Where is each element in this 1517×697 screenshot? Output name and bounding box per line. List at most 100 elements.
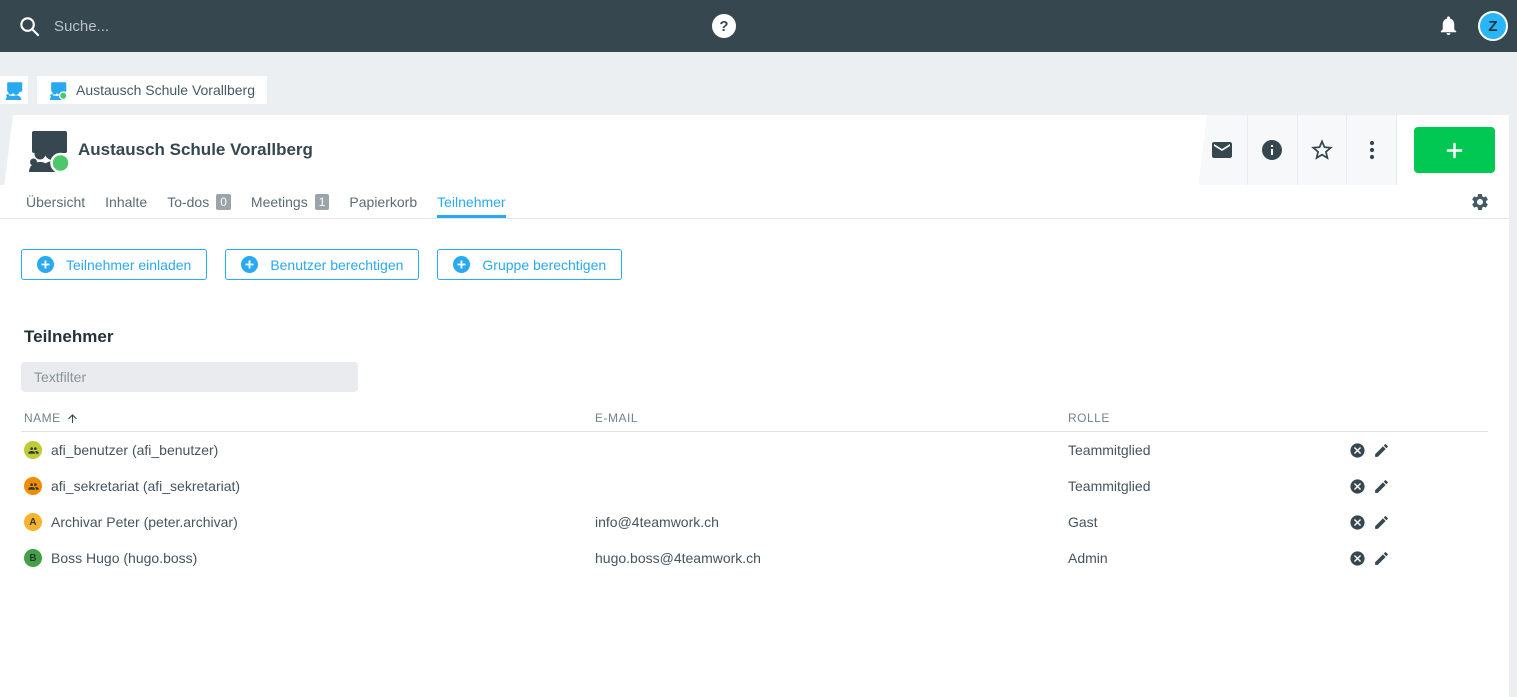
column-header-name[interactable]: NAME — [24, 411, 595, 425]
tab-label: Meetings — [251, 194, 308, 210]
table-row: A Archivar Peter (peter.archivar) info@4… — [21, 504, 1488, 540]
participant-name: afi_benutzer (afi_benutzer) — [51, 442, 218, 458]
authorize-group-button[interactable]: Gruppe berechtigen — [437, 249, 622, 280]
people-group-icon — [28, 445, 39, 456]
column-header-role: ROLLE — [1068, 411, 1349, 425]
participant-name-cell: afi_benutzer (afi_benutzer) — [24, 441, 595, 459]
tab-inhalte[interactable]: Inhalte — [105, 185, 147, 218]
table-header: NAME E-MAIL ROLLE — [21, 405, 1488, 432]
tab-meetings[interactable]: Meetings 1 — [251, 185, 330, 218]
x-circle-icon — [1349, 442, 1366, 459]
participant-actions: Teilnehmer einladen Benutzer berechtigen… — [21, 249, 1488, 280]
column-label: NAME — [24, 411, 61, 425]
pencil-icon — [1373, 550, 1390, 567]
participant-role: Teammitglied — [1068, 478, 1349, 494]
search-icon — [18, 15, 41, 38]
authorize-user-button[interactable]: Benutzer berechtigen — [225, 249, 419, 280]
info-button[interactable] — [1248, 115, 1298, 185]
tab-label: To-dos — [167, 194, 209, 210]
plus-circle-icon — [37, 256, 54, 273]
more-actions-button[interactable] — [1347, 115, 1397, 185]
participant-role: Admin — [1068, 550, 1349, 566]
remove-participant-button[interactable] — [1349, 478, 1366, 495]
star-icon — [1309, 137, 1335, 163]
info-icon — [1260, 138, 1284, 162]
participants-heading: Teilnehmer — [24, 327, 1488, 347]
people-group-icon — [28, 481, 39, 492]
button-label: Gruppe berechtigen — [482, 257, 606, 273]
participant-name: Boss Hugo (hugo.boss) — [51, 550, 197, 566]
participant-role: Gast — [1068, 514, 1349, 530]
button-label: Teilnehmer einladen — [66, 257, 191, 273]
remove-participant-button[interactable] — [1349, 442, 1366, 459]
tab-content: Teilnehmer einladen Benutzer berechtigen… — [0, 249, 1509, 576]
letter-avatar: A — [24, 513, 42, 531]
tab-bar: Übersicht Inhalte To-dos 0 Meetings 1 Papi… — [0, 185, 1509, 219]
avatar-letter: B — [29, 553, 36, 564]
envelope-icon — [1210, 138, 1234, 162]
avatar-letter: A — [29, 517, 36, 528]
participant-name-cell: A Archivar Peter (peter.archivar) — [24, 513, 595, 531]
todos-count-badge: 0 — [216, 194, 231, 210]
favorite-button[interactable] — [1298, 115, 1348, 185]
tab-label: Papierkorb — [349, 194, 417, 210]
tab-teilnehmer[interactable]: Teilnehmer — [437, 185, 505, 218]
add-button[interactable] — [1414, 127, 1495, 173]
breadcrumb-label: Austausch Schule Vorallberg — [76, 82, 255, 98]
invite-participant-button[interactable]: Teilnehmer einladen — [21, 249, 207, 280]
edit-participant-button[interactable] — [1373, 514, 1390, 531]
email-button[interactable] — [1198, 115, 1248, 185]
kebab-menu-icon — [1360, 138, 1384, 162]
participant-email: info@4teamwork.ch — [595, 514, 1068, 530]
plus-icon — [1443, 139, 1466, 162]
settings-button[interactable] — [1470, 192, 1490, 212]
edit-participant-button[interactable] — [1373, 442, 1390, 459]
participant-name: Archivar Peter (peter.archivar) — [51, 514, 238, 530]
workspace-header: Austausch Schule Vorallberg — [0, 115, 1509, 185]
row-actions — [1349, 478, 1390, 495]
participants-table: NAME E-MAIL ROLLE afi_benutzer (afi_benu… — [21, 405, 1488, 576]
pencil-icon — [1373, 442, 1390, 459]
tab-label: Teilnehmer — [437, 194, 505, 210]
search-input[interactable] — [54, 18, 394, 35]
workspace-icon — [27, 128, 71, 172]
table-row: B Boss Hugo (hugo.boss) hugo.boss@4teamw… — [21, 540, 1488, 576]
header-slant-decoration — [0, 115, 13, 185]
row-actions — [1349, 442, 1390, 459]
notifications-bell-icon[interactable] — [1437, 14, 1460, 37]
participant-role: Teammitglied — [1068, 442, 1349, 458]
row-actions — [1349, 514, 1390, 531]
participant-name-cell: B Boss Hugo (hugo.boss) — [24, 549, 595, 567]
group-avatar — [24, 441, 42, 459]
remove-participant-button[interactable] — [1349, 550, 1366, 567]
participant-name-cell: afi_sekretariat (afi_sekretariat) — [24, 477, 595, 495]
x-circle-icon — [1349, 550, 1366, 567]
workspace-icon — [49, 81, 68, 100]
textfilter-input[interactable] — [21, 362, 358, 392]
tab-todos[interactable]: To-dos 0 — [167, 185, 231, 218]
gear-icon — [1470, 192, 1490, 212]
user-avatar[interactable]: Z — [1478, 11, 1508, 41]
meetings-count-badge: 1 — [315, 194, 330, 210]
breadcrumb-root[interactable] — [0, 76, 28, 104]
tab-label: Inhalte — [105, 194, 147, 210]
tab-papierkorb[interactable]: Papierkorb — [349, 185, 417, 218]
page-title: Austausch Schule Vorallberg — [78, 115, 313, 185]
help-icon[interactable]: ? — [712, 14, 736, 38]
workspace-card: Austausch Schule Vorallberg Übersicht In… — [0, 115, 1509, 697]
button-label: Benutzer berechtigen — [270, 257, 403, 273]
tab-uebersicht[interactable]: Übersicht — [26, 185, 85, 218]
pencil-icon — [1373, 514, 1390, 531]
edit-participant-button[interactable] — [1373, 550, 1390, 567]
pencil-icon — [1373, 478, 1390, 495]
participant-name: afi_sekretariat (afi_sekretariat) — [51, 478, 240, 494]
breadcrumb-item[interactable]: Austausch Schule Vorallberg — [37, 76, 267, 104]
table-row: afi_sekretariat (afi_sekretariat) Teammi… — [21, 468, 1488, 504]
group-avatar — [24, 477, 42, 495]
workspace-icon — [5, 81, 24, 100]
x-circle-icon — [1349, 514, 1366, 531]
edit-participant-button[interactable] — [1373, 478, 1390, 495]
participant-email: hugo.boss@4teamwork.ch — [595, 550, 1068, 566]
remove-participant-button[interactable] — [1349, 514, 1366, 531]
sort-ascending-icon — [66, 412, 79, 425]
